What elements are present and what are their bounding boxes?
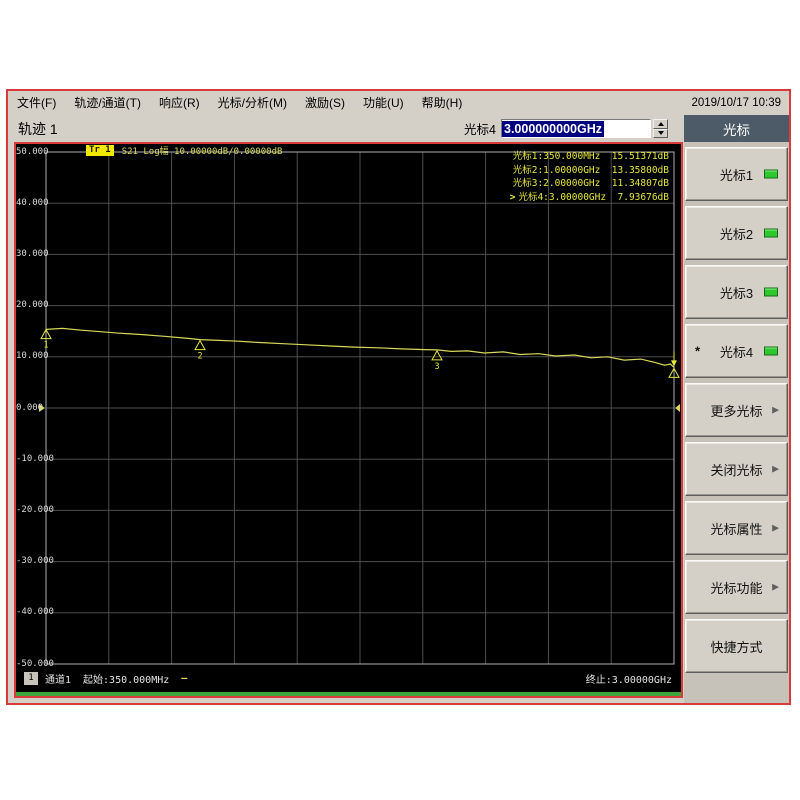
marker-number-label: 3 [434, 362, 439, 372]
y-axis-tick-label: -50.000 [16, 658, 54, 669]
menu-item-help[interactable]: 帮助(H) [413, 92, 472, 115]
menu-item-utility[interactable]: 功能(U) [354, 92, 413, 115]
submenu-arrow-icon: ▶ [772, 522, 779, 533]
softkey-label: 光标2 [719, 226, 754, 242]
step-up-button[interactable] [653, 119, 668, 129]
marker-number-label: 1 [43, 341, 48, 351]
trace-badge[interactable]: Tr 1 [86, 144, 114, 156]
menu-item-marker-analysis[interactable]: 光标/分析(M) [209, 92, 296, 115]
ref-level-arrow-right [675, 404, 680, 412]
softkey-label: 光标3 [719, 285, 754, 301]
softkey-marker-properties[interactable]: 光标属性 ▶ [685, 501, 788, 555]
y-axis-tick-label: -30.000 [16, 556, 54, 567]
menu-item-file[interactable]: 文件(F) [8, 92, 65, 115]
softkey-label: 快捷方式 [710, 639, 763, 655]
y-axis-tick-label: 50.000 [16, 146, 49, 157]
y-axis-tick-label: 30.000 [16, 248, 49, 259]
marker-3-symbol[interactable]: 3 [431, 349, 443, 372]
marker-frequency-value: 3.000000000GHz [502, 120, 604, 137]
marker-readout-line: 光标2:1.00000GHz 13.35800dB [512, 164, 669, 176]
submenu-arrow-icon: ▶ [772, 463, 779, 474]
softkey-shortcut[interactable]: 快捷方式 [685, 619, 788, 673]
softkey-menu-title: 光标 [684, 115, 789, 142]
marker-2-symbol[interactable]: 2 [194, 339, 206, 362]
clock: 2019/10/17 10:39 [691, 97, 781, 109]
y-axis-tick-label: -40.000 [16, 607, 54, 618]
softkey-label: 光标属性 [710, 521, 763, 537]
active-marker-star: * [695, 343, 701, 359]
softkey-marker-4[interactable]: * 光标4 [685, 324, 788, 378]
softkey-marker-3[interactable]: 光标3 [685, 265, 788, 319]
softkey-label: 光标4 [719, 344, 754, 360]
softkey-label: 光标1 [719, 167, 754, 183]
trace-tab[interactable]: 轨迹 1 [18, 119, 58, 139]
softkey-sidebar: 光标 光标1 光标2 光标3 * 光标4 更多光标 ▶ 关闭光标 ▶ 光标属性 ▶ 光标功能 ▶ 快捷方式 [684, 115, 789, 703]
stop-frequency-label: 终止:3.00000GHz [585, 674, 672, 686]
softkey-marker-1[interactable]: 光标1 [685, 147, 788, 201]
channel-badge: 1 [24, 671, 38, 685]
plot-panel: 1 2 3 Tr 1 S21 Log幅 10.00000dB/0.00000dB 光… [14, 142, 683, 698]
marker-frequency-input[interactable]: 3.000000000GHz [501, 119, 651, 138]
panel-active-indicator [16, 692, 681, 696]
softkey-label: 光标功能 [710, 580, 763, 596]
softkey-marker-off[interactable]: 关闭光标 ▶ [685, 442, 788, 496]
marker-readout-line: 光标1:350.000MHz 15.51371dB [512, 151, 669, 162]
marker-number-label: 2 [197, 352, 202, 362]
softkey-marker-2[interactable]: 光标2 [685, 206, 788, 260]
down-arrow-icon [657, 131, 664, 136]
y-axis-tick-label: 0.000 [16, 402, 44, 413]
status-bar: 1 通道1 起始:350.000MHz — 终止:3.00000GHz [24, 670, 672, 686]
submenu-arrow-icon: ▶ [772, 581, 779, 592]
softkey-marker-functions[interactable]: 光标功能 ▶ [685, 560, 788, 614]
menu-item-response[interactable]: 响应(R) [150, 92, 209, 115]
led-on-indicator [764, 169, 778, 179]
trace-format-readout: S21 Log幅 10.00000dB/0.00000dB [121, 146, 283, 157]
menu-item-trace-channel[interactable]: 轨迹/通道(T) [65, 92, 150, 115]
trace-header: Tr 1 S21 Log幅 10.00000dB/0.00000dB [86, 144, 283, 157]
y-axis-tick-label: -10.000 [16, 453, 54, 464]
marker-triangle-icon [194, 339, 206, 351]
marker-field-label: 光标4 [464, 123, 496, 137]
submenu-arrow-icon: ▶ [772, 404, 779, 415]
channel-label: 通道1 [45, 674, 72, 686]
led-on-indicator [764, 287, 778, 297]
y-axis-tick-label: 10.000 [16, 351, 49, 362]
marker-triangle-icon [431, 349, 443, 361]
marker-readout-line: > 光标4:3.00000GHz 7.93676dB [509, 191, 669, 203]
active-marker-arrow: > [509, 191, 516, 203]
y-axis-tick-label: 20.000 [16, 300, 49, 311]
marker-readout-line: 光标3:2.00000GHz 11.34807dB [512, 178, 669, 189]
softkey-more-markers[interactable]: 更多光标 ▶ [685, 383, 788, 437]
softkey-label: 关闭光标 [710, 462, 763, 478]
trace-color-key: — [181, 672, 188, 684]
led-on-indicator [764, 228, 778, 238]
y-axis-tick-label: 40.000 [16, 197, 49, 208]
menu-item-stimulus[interactable]: 激励(S) [296, 92, 354, 115]
marker-readout-block: 光标1:350.000MHz 15.51371dB 光标2:1.00000GHz … [510, 150, 669, 204]
start-frequency-label: 起始:350.000MHz [83, 674, 170, 686]
led-on-indicator [764, 346, 778, 356]
menu-bar: 文件(F) 轨迹/通道(T) 响应(R) 光标/分析(M) 激励(S) 功能(U) 帮助(H… [8, 91, 789, 116]
y-axis-tick-label: -20.000 [16, 504, 54, 515]
plot-canvas: 1 2 3 [39, 151, 680, 665]
toolbar: 轨迹 1 光标4 3.000000000GHz [8, 115, 684, 142]
plot-area: 1 2 3 Tr 1 S21 Log幅 10.00000dB/0.00000dB 光… [16, 144, 681, 696]
step-down-button[interactable] [653, 128, 668, 138]
frequency-stepper [653, 119, 668, 138]
up-arrow-icon [657, 121, 664, 126]
analyzer-window: 文件(F) 轨迹/通道(T) 响应(R) 光标/分析(M) 激励(S) 功能(U) 帮助(H… [6, 89, 791, 705]
softkey-label: 更多光标 [710, 403, 763, 419]
